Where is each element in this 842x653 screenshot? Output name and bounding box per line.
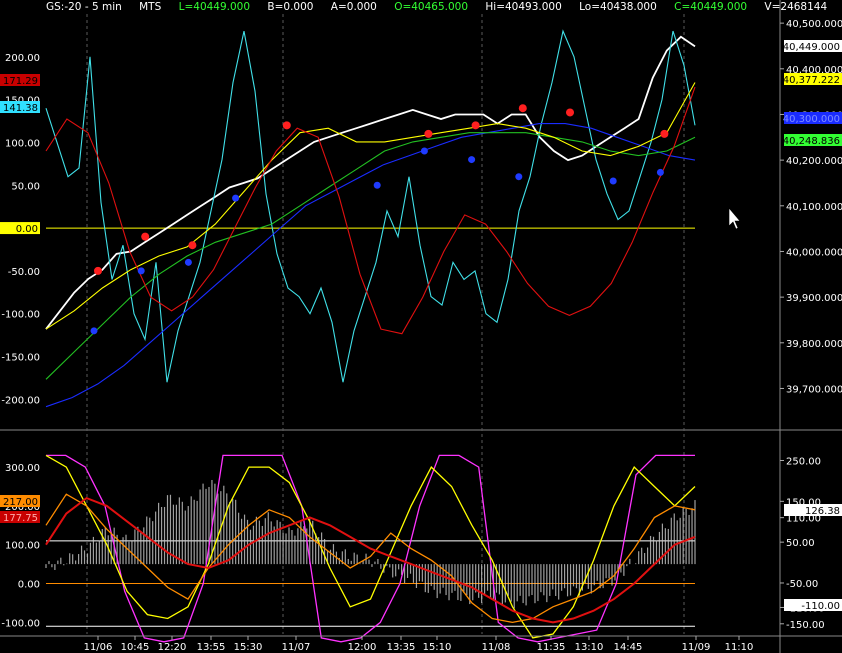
time-tick-label: 11:35	[537, 642, 566, 653]
time-tick-label: 13:10	[575, 642, 604, 653]
swing-low-marker	[656, 168, 664, 176]
swing-low-marker	[232, 194, 240, 202]
swing-low-marker	[90, 327, 98, 335]
osc-right-tick-label: 50.00	[786, 538, 815, 549]
swing-high-marker	[94, 266, 102, 275]
price-series-yellow	[45, 82, 696, 330]
time-tick-label: 12:00	[348, 642, 377, 653]
osc-right-tick-label: -150.00	[786, 620, 825, 631]
chart-canvas[interactable]: 40,500.00040,400.00040,300.00040,200.000…	[0, 0, 842, 653]
left-badge-zero: 0.00	[16, 224, 38, 235]
left-tick-label: 100.00	[5, 138, 40, 149]
mouse-cursor-icon	[728, 207, 741, 230]
swing-high-marker	[471, 121, 480, 130]
left-badge-red: 171.29	[3, 76, 38, 87]
right-tick-label: 39,800.000	[786, 339, 842, 350]
time-tick-label: 13:35	[387, 642, 416, 653]
osc-left-tick-label: -100.00	[1, 618, 40, 629]
swing-low-marker	[184, 258, 192, 266]
osc-left-badge-orange: 217.00	[3, 497, 38, 508]
right-tick-label: 40,500.000	[786, 19, 842, 30]
right-badge-green: 40,248.836	[783, 136, 840, 147]
time-tick-label: 15:10	[423, 642, 452, 653]
right-tick-label: 39,900.000	[786, 293, 842, 304]
swing-high-marker	[188, 241, 197, 250]
time-tick-label: 14:45	[614, 642, 643, 653]
osc-right-tick-label: -50.00	[786, 579, 818, 590]
time-tick-label: 15:30	[234, 642, 263, 653]
time-tick-label: 12:20	[158, 642, 187, 653]
swing-high-marker	[141, 232, 150, 241]
time-tick-label: 11/07	[282, 642, 311, 653]
swing-high-marker	[424, 129, 433, 138]
swing-low-marker	[515, 173, 523, 181]
right-tick-label: 40,000.000	[786, 247, 842, 258]
osc-left-tick-label: 300.00	[5, 463, 40, 474]
time-tick-label: 10:45	[121, 642, 150, 653]
price-series-cyan	[45, 29, 696, 383]
right-badge-yellow: 40,377.222	[783, 75, 840, 86]
osc-left-badge-red: 177.75	[3, 513, 38, 524]
left-tick-label: -200.00	[1, 395, 40, 406]
swing-low-marker	[609, 177, 617, 185]
oscillator-panel[interactable]: 300.00200.00100.000.00-100.00250.00150.0…	[0, 454, 842, 643]
osc-left-tick-label: 0.00	[18, 580, 40, 591]
osc-right-tick-label: 250.00	[786, 456, 821, 467]
swing-high-marker	[282, 121, 291, 130]
left-tick-label: 50.00	[11, 181, 40, 192]
time-tick-label: 11:10	[725, 642, 754, 653]
price-series-green	[45, 132, 696, 380]
swing-low-marker	[468, 156, 476, 164]
time-tick-label: 11/08	[482, 642, 511, 653]
time-tick-label: 11/06	[84, 642, 113, 653]
swing-low-marker	[373, 181, 381, 189]
right-tick-label: 39,700.000	[786, 384, 842, 395]
swing-high-marker	[518, 104, 527, 113]
swing-low-marker	[137, 267, 145, 275]
swing-high-marker	[566, 108, 574, 117]
osc-right-badge-level: -110.00	[801, 601, 840, 612]
right-tick-label: 40,200.000	[786, 156, 842, 167]
time-tick-label: 13:55	[197, 642, 226, 653]
time-axis: 11/06 10:45 12:20 13:55 15:30 11/07 12:00 13:35…	[0, 635, 842, 653]
left-tick-label: 200.00	[5, 53, 40, 64]
osc-right-badge-gray: 126.38	[805, 506, 840, 517]
right-tick-label: 40,100.000	[786, 202, 842, 213]
swing-high-marker	[660, 129, 669, 138]
swing-low-marker	[420, 147, 428, 155]
right-badge-last: 40,449.000	[783, 42, 840, 53]
time-tick-label: 11/09	[682, 642, 711, 653]
left-tick-label: -150.00	[1, 353, 40, 364]
left-tick-label: -50.00	[8, 267, 40, 278]
price-series-price	[45, 35, 696, 330]
left-badge-cyan: 141.38	[3, 103, 38, 114]
right-badge-blue: 40,300.000	[783, 114, 840, 125]
left-tick-label: -100.00	[1, 310, 40, 321]
osc-left-tick-label: 100.00	[5, 541, 40, 552]
